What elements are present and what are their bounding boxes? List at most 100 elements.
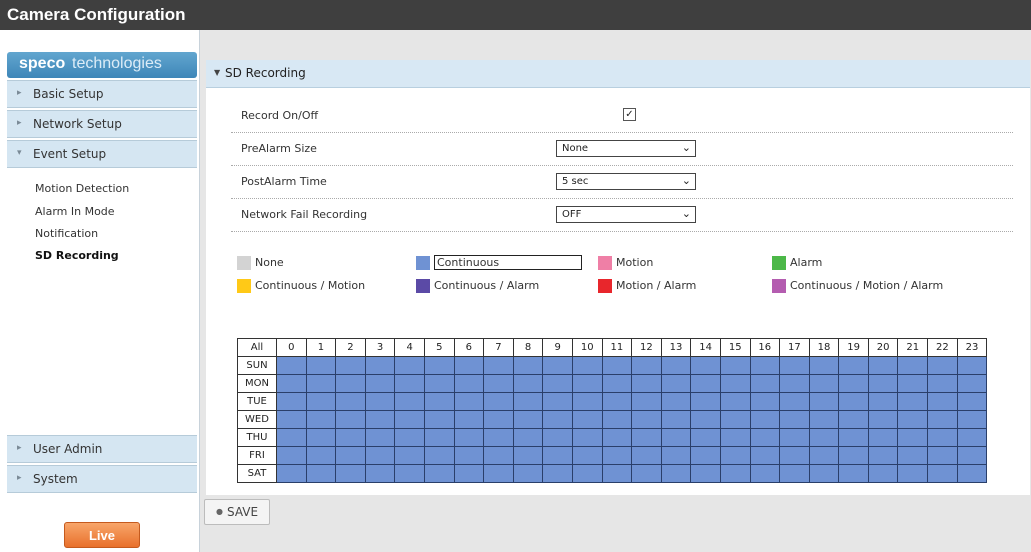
schedule-cell[interactable]: [305, 356, 337, 375]
schedule-cell[interactable]: [571, 464, 603, 483]
schedule-cell[interactable]: [779, 428, 810, 447]
schedule-cell[interactable]: [808, 464, 840, 483]
hour-header-15[interactable]: 15: [719, 338, 751, 357]
schedule-cell[interactable]: [838, 356, 869, 375]
day-header-wed[interactable]: WED: [237, 410, 277, 429]
schedule-cell[interactable]: [305, 464, 337, 483]
schedule-cell[interactable]: [601, 374, 633, 393]
schedule-cell[interactable]: [867, 464, 899, 483]
schedule-cell[interactable]: [394, 392, 425, 411]
schedule-cell[interactable]: [838, 374, 869, 393]
schedule-cell[interactable]: [364, 392, 396, 411]
hour-header-22[interactable]: 22: [927, 338, 958, 357]
schedule-cell[interactable]: [542, 464, 573, 483]
schedule-cell[interactable]: [719, 410, 751, 429]
schedule-cell[interactable]: [423, 392, 455, 411]
schedule-cell[interactable]: [719, 392, 751, 411]
hour-header-4[interactable]: 4: [394, 338, 425, 357]
schedule-cell[interactable]: [512, 410, 544, 429]
schedule-cell[interactable]: [423, 428, 455, 447]
schedule-cell[interactable]: [335, 374, 366, 393]
schedule-cell[interactable]: [956, 446, 988, 465]
hour-header-19[interactable]: 19: [838, 338, 869, 357]
schedule-cell[interactable]: [897, 428, 929, 447]
schedule-cell[interactable]: [956, 356, 988, 375]
sidebar-item-basic-setup[interactable]: ▸ Basic Setup: [7, 80, 197, 108]
schedule-cell[interactable]: [897, 410, 929, 429]
schedule-cell[interactable]: [601, 464, 633, 483]
schedule-cell[interactable]: [867, 392, 899, 411]
schedule-cell[interactable]: [660, 392, 692, 411]
schedule-cell[interactable]: [927, 392, 958, 411]
day-header-sun[interactable]: SUN: [237, 356, 277, 375]
schedule-cell[interactable]: [512, 374, 544, 393]
schedule-cell[interactable]: [542, 392, 573, 411]
schedule-cell[interactable]: [453, 428, 485, 447]
schedule-cell[interactable]: [897, 392, 929, 411]
schedule-cell[interactable]: [483, 356, 514, 375]
day-header-fri[interactable]: FRI: [237, 446, 277, 465]
schedule-cell[interactable]: [571, 410, 603, 429]
hour-header-5[interactable]: 5: [423, 338, 455, 357]
schedule-cell[interactable]: [956, 374, 988, 393]
schedule-cell[interactable]: [335, 428, 366, 447]
hour-header-11[interactable]: 11: [601, 338, 633, 357]
schedule-cell[interactable]: [423, 464, 455, 483]
schedule-cell[interactable]: [305, 410, 337, 429]
schedule-cell[interactable]: [690, 410, 721, 429]
schedule-cell[interactable]: [512, 464, 544, 483]
schedule-cell[interactable]: [483, 464, 514, 483]
schedule-cell[interactable]: [897, 464, 929, 483]
schedule-cell[interactable]: [276, 356, 307, 375]
schedule-cell[interactable]: [719, 446, 751, 465]
schedule-cell[interactable]: [631, 392, 662, 411]
schedule-cell[interactable]: [749, 356, 781, 375]
record-on-off-checkbox[interactable]: ✓: [623, 108, 636, 121]
schedule-cell[interactable]: [453, 410, 485, 429]
schedule-cell[interactable]: [927, 410, 958, 429]
schedule-cell[interactable]: [453, 446, 485, 465]
schedule-cell[interactable]: [867, 410, 899, 429]
schedule-cell[interactable]: [838, 428, 869, 447]
schedule-cell[interactable]: [483, 410, 514, 429]
schedule-cell[interactable]: [276, 392, 307, 411]
schedule-cell[interactable]: [690, 392, 721, 411]
schedule-cell[interactable]: [423, 356, 455, 375]
schedule-cell[interactable]: [779, 392, 810, 411]
hour-header-8[interactable]: 8: [512, 338, 544, 357]
schedule-cell[interactable]: [867, 446, 899, 465]
schedule-cell[interactable]: [512, 356, 544, 375]
schedule-cell[interactable]: [423, 446, 455, 465]
schedule-cell[interactable]: [571, 446, 603, 465]
schedule-cell[interactable]: [660, 410, 692, 429]
hour-header-14[interactable]: 14: [690, 338, 721, 357]
hour-header-23[interactable]: 23: [956, 338, 988, 357]
schedule-cell[interactable]: [660, 428, 692, 447]
schedule-cell[interactable]: [927, 428, 958, 447]
schedule-cell[interactable]: [749, 446, 781, 465]
schedule-cell[interactable]: [690, 356, 721, 375]
schedule-cell[interactable]: [512, 428, 544, 447]
schedule-cell[interactable]: [276, 374, 307, 393]
live-button[interactable]: Live: [64, 522, 140, 548]
schedule-cell[interactable]: [660, 446, 692, 465]
schedule-cell[interactable]: [838, 410, 869, 429]
schedule-cell[interactable]: [631, 410, 662, 429]
hour-header-0[interactable]: 0: [276, 338, 307, 357]
schedule-cell[interactable]: [749, 464, 781, 483]
hour-header-1[interactable]: 1: [305, 338, 337, 357]
schedule-cell[interactable]: [631, 446, 662, 465]
sidebar-subitem-motion-detection[interactable]: Motion Detection: [35, 182, 129, 195]
schedule-cell[interactable]: [512, 446, 544, 465]
schedule-cell[interactable]: [690, 446, 721, 465]
schedule-cell[interactable]: [364, 356, 396, 375]
schedule-cell[interactable]: [394, 464, 425, 483]
schedule-cell[interactable]: [838, 464, 869, 483]
schedule-cell[interactable]: [542, 428, 573, 447]
day-header-mon[interactable]: MON: [237, 374, 277, 393]
schedule-cell[interactable]: [571, 356, 603, 375]
schedule-cell[interactable]: [571, 428, 603, 447]
schedule-cell[interactable]: [719, 464, 751, 483]
schedule-cell[interactable]: [867, 374, 899, 393]
schedule-cell[interactable]: [808, 428, 840, 447]
